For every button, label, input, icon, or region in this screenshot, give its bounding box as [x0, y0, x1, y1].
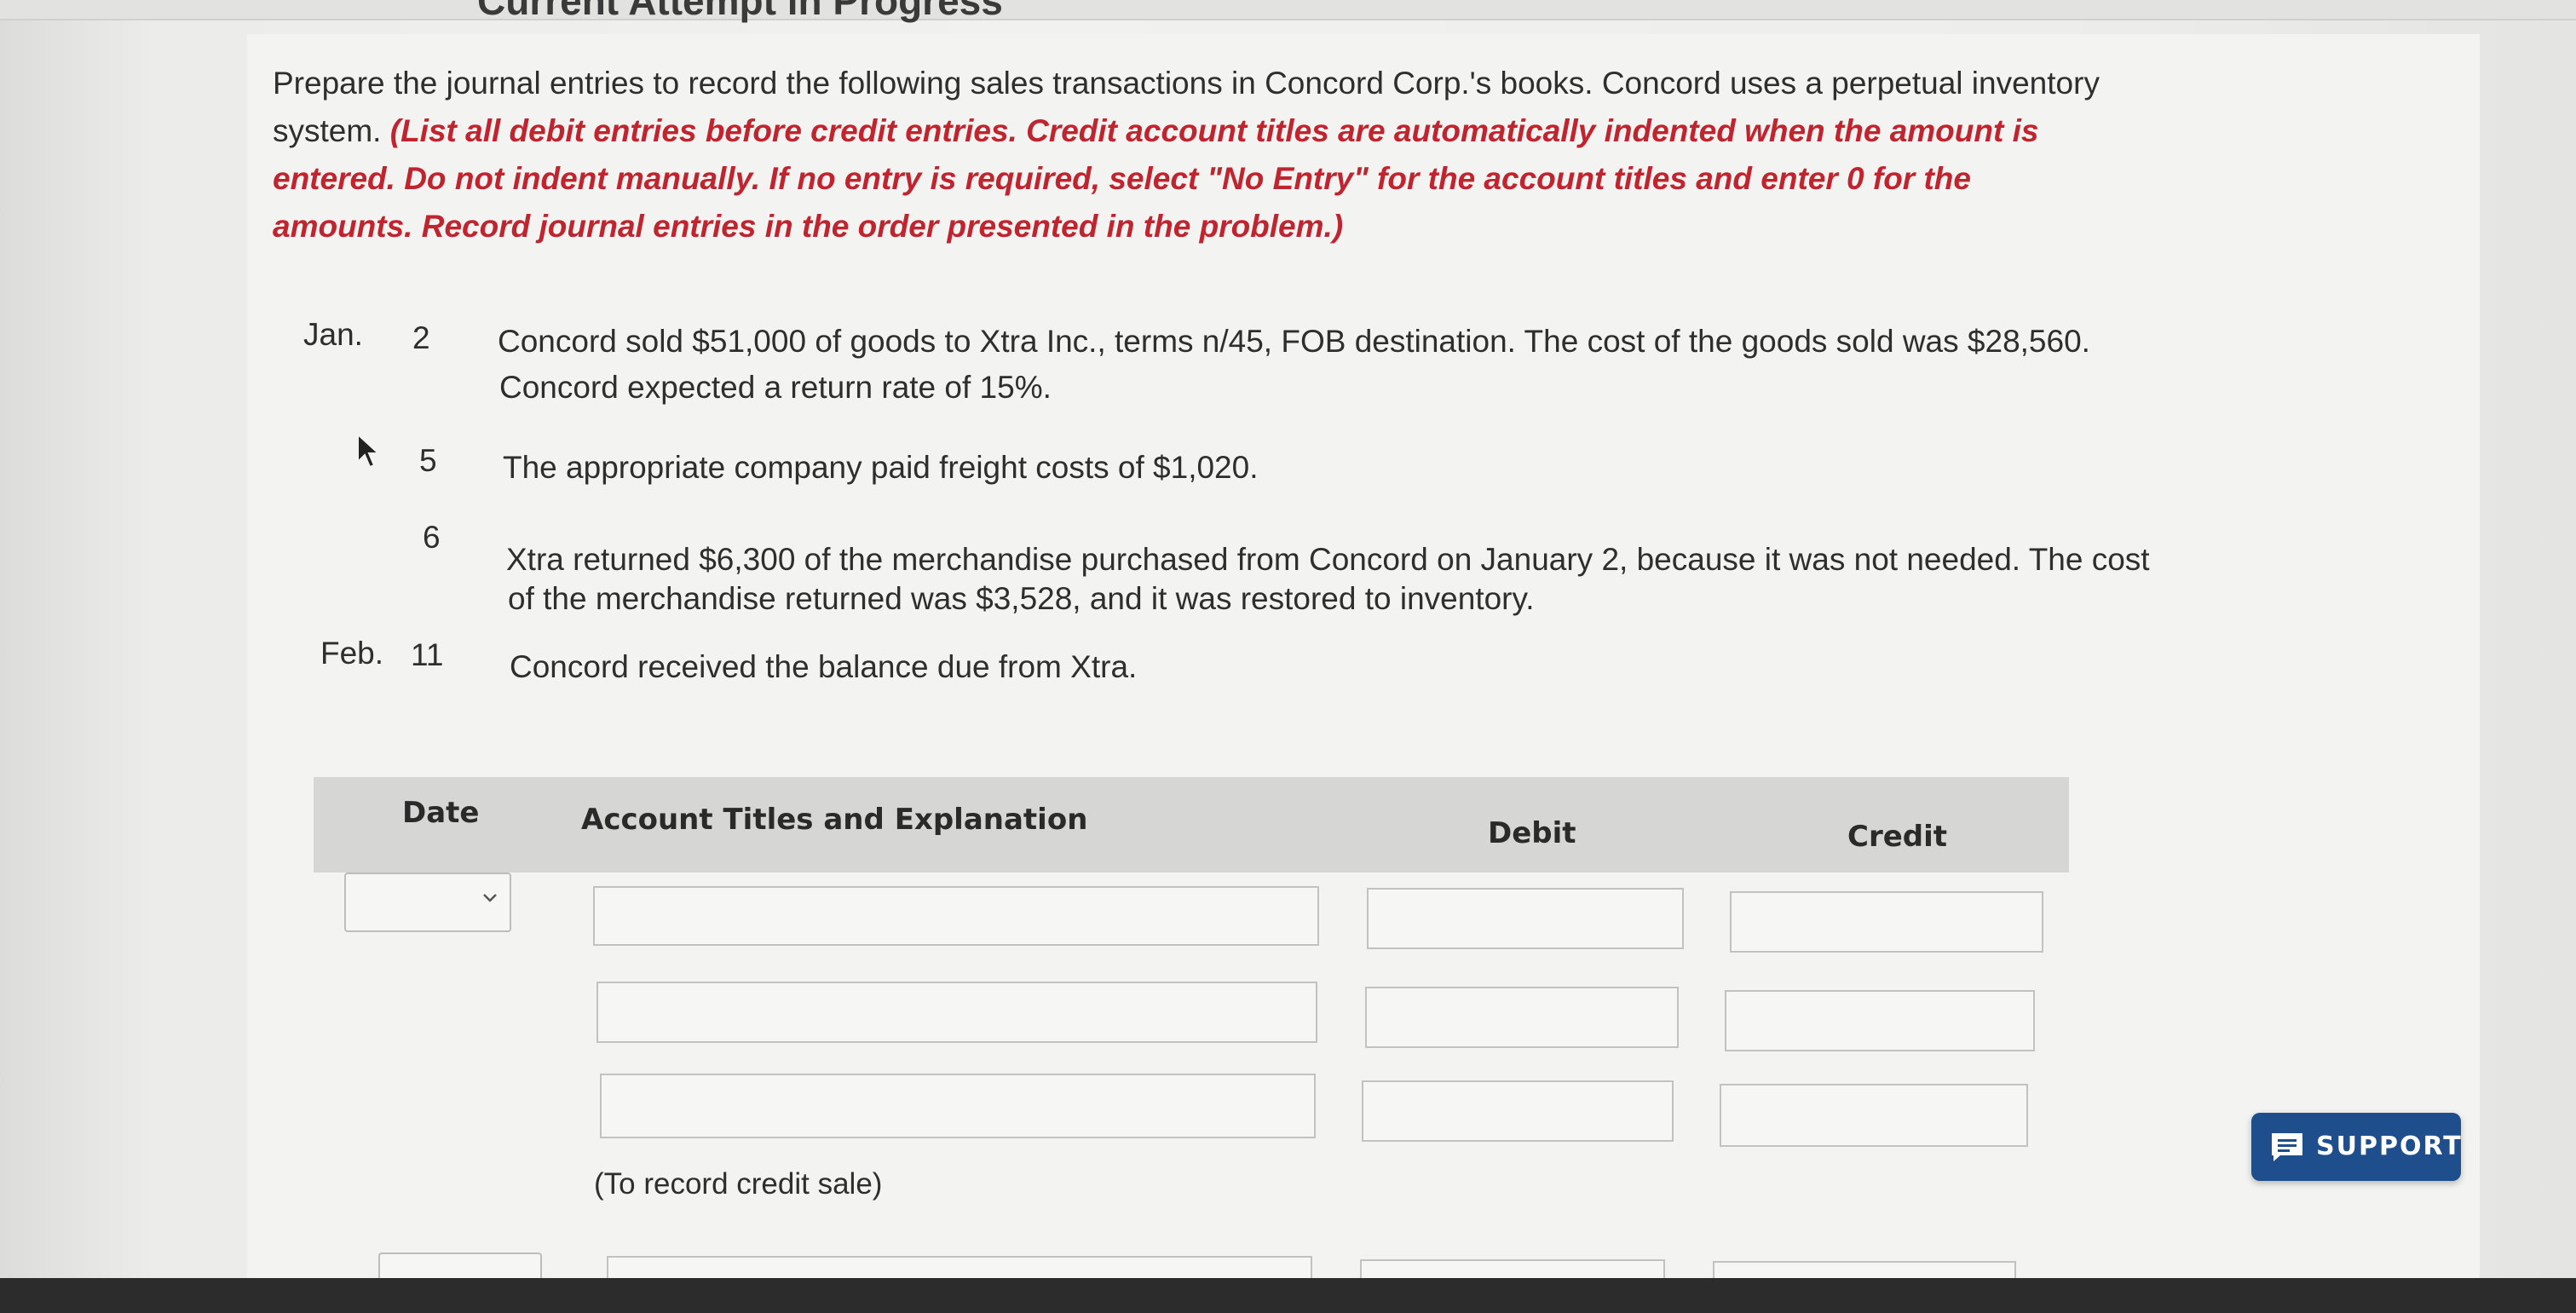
account-title-input[interactable]: [600, 1074, 1316, 1138]
transaction-text: Concord sold $51,000 of goods to Xtra In…: [498, 324, 2090, 359]
date-select[interactable]: [344, 872, 511, 932]
transaction-text: Concord expected a return rate of 15%.: [499, 370, 1052, 405]
transaction-text: Concord received the balance due from Xt…: [510, 649, 1138, 684]
credit-input[interactable]: [1720, 1084, 2028, 1147]
transaction-day: 2: [412, 320, 430, 355]
support-label: SUPPORT: [2316, 1132, 2463, 1161]
debit-input[interactable]: [1367, 888, 1684, 949]
header-account-titles: Account Titles and Explanation: [581, 803, 1088, 837]
transaction-month: Feb.: [320, 636, 384, 671]
transaction-day: 5: [419, 443, 437, 478]
transaction-text: The appropriate company paid freight cos…: [503, 450, 1259, 485]
bottom-bar: [0, 1278, 2576, 1313]
transaction-day: 6: [423, 520, 441, 555]
debit-input[interactable]: [1362, 1080, 1674, 1142]
transaction-month: Jan.: [303, 317, 363, 352]
journal-table-header: Date Account Titles and Explanation Debi…: [314, 777, 2069, 872]
header-debit: Debit: [1488, 816, 1576, 850]
header-credit: Credit: [1847, 820, 1948, 854]
support-button[interactable]: SUPPORT: [2251, 1113, 2461, 1181]
transaction-day: 11: [411, 637, 444, 672]
chat-icon: [2272, 1133, 2302, 1161]
entry-explanation: (To record credit sale): [594, 1167, 883, 1201]
header-date: Date: [402, 796, 480, 830]
mouse-cursor-icon: [357, 433, 381, 469]
chevron-down-icon: [483, 894, 497, 902]
debit-input[interactable]: [1365, 987, 1679, 1048]
credit-input[interactable]: [1725, 990, 2035, 1051]
account-title-input[interactable]: [596, 982, 1317, 1043]
credit-input[interactable]: [1730, 891, 2043, 953]
transaction-list: Jan. 2 Concord sold $51,000 of goods to …: [0, 0, 2576, 767]
transaction-text: of the merchandise returned was $3,528, …: [508, 581, 1535, 616]
account-title-input[interactable]: [593, 886, 1319, 946]
